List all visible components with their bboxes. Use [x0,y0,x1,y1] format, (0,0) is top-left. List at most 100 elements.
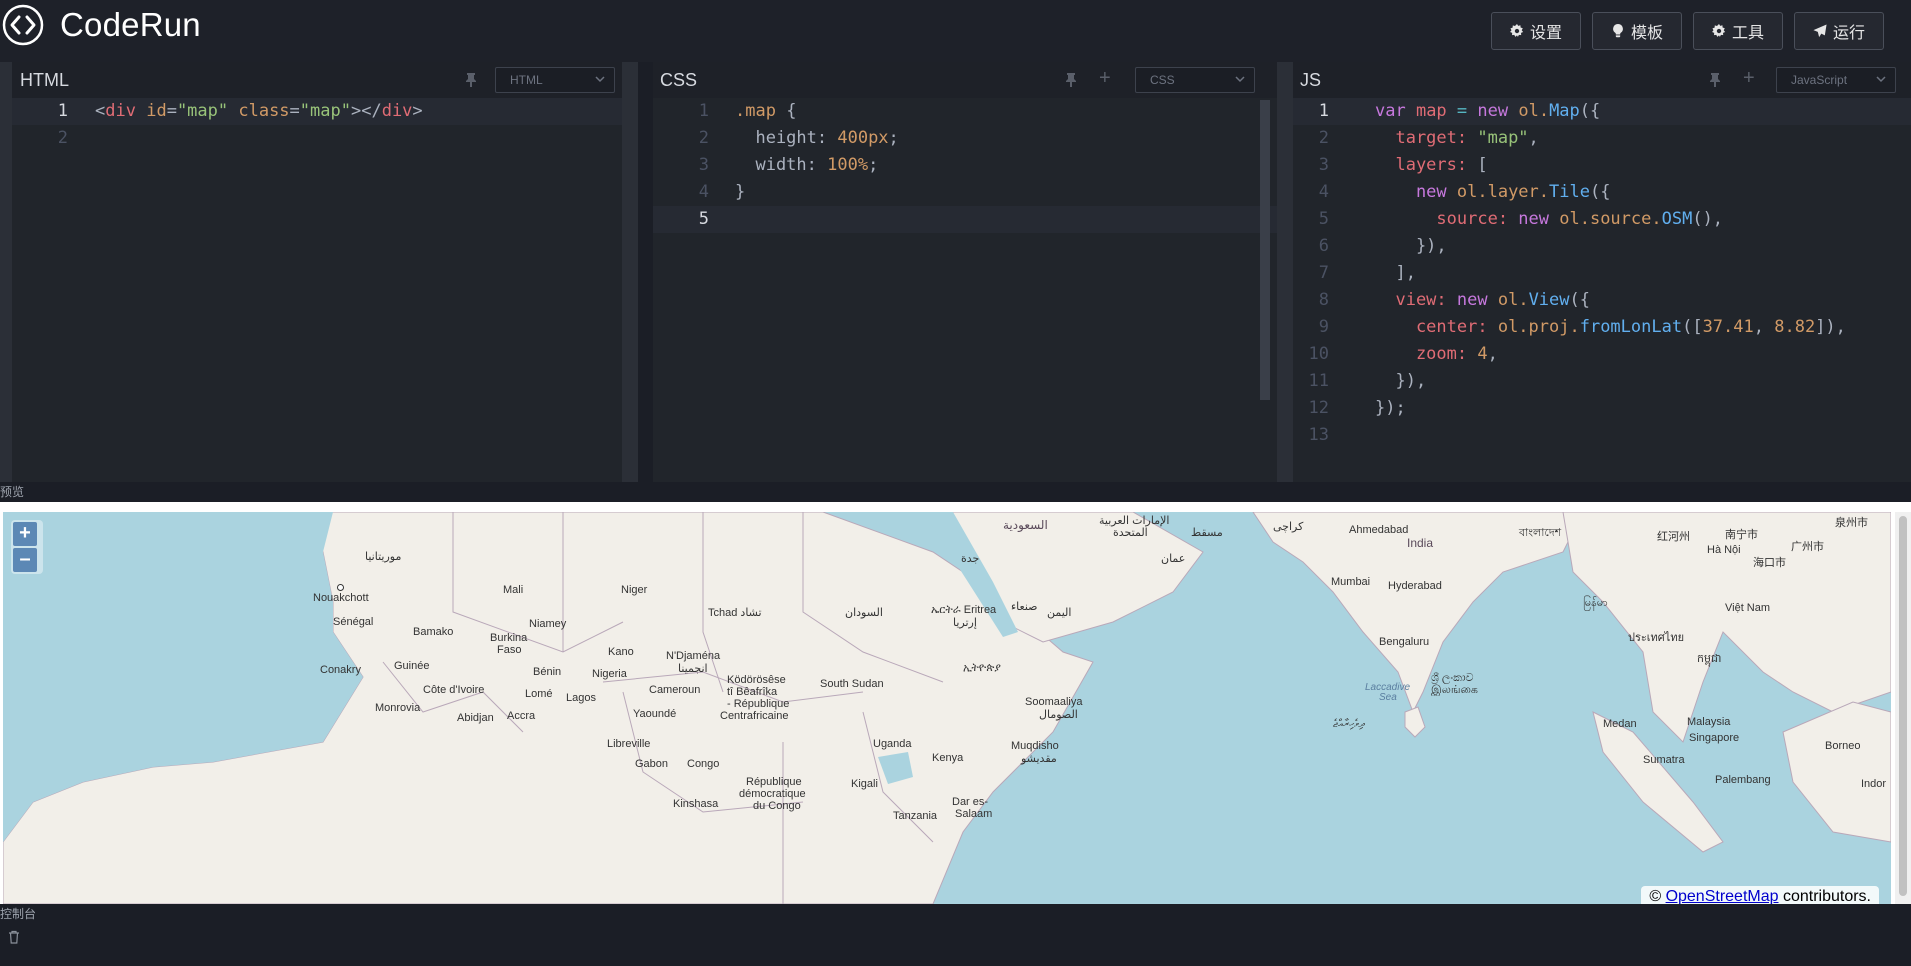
map-label: Soomaaliya [1025,696,1083,708]
tools-label: 工具 [1731,25,1764,42]
map-label: انجمينا [678,663,708,675]
preview-scrollbar[interactable] [1895,512,1911,904]
settings-button[interactable]: 设置 [1491,12,1581,50]
map-label: Medan [1603,718,1637,730]
map-label: Hyderabad [1388,580,1442,592]
app-title: CodeRun [60,6,201,43]
code-line: 12 }); [1293,395,1911,422]
line-number: 3 [1318,155,1329,175]
map-label: Uganda [873,738,912,750]
map-label: Monrovia [375,702,421,714]
language-select[interactable]: JavaScript [1776,67,1896,93]
pin-icon[interactable] [464,72,478,88]
toolbar: 设置 模板 工具 运行 [1491,12,1884,50]
map-label: Tanzania [893,810,938,822]
pin-icon[interactable] [1708,72,1722,88]
line-number: 7 [1318,263,1329,283]
line-number: 2 [698,128,709,148]
code-text: ], [1375,263,1416,283]
map-label: Bengaluru [1379,636,1430,648]
code-line: 4 new ol.layer.Tile({ [1293,179,1911,206]
run-button[interactable]: 运行 [1794,12,1884,50]
map-label: Tchad تشاد [708,607,762,619]
console-label: 控制台 [0,904,1911,924]
map-attribution: © OpenStreetMap contributors. [1641,886,1879,904]
gear-icon [1712,24,1726,37]
map-label: Abidjan [457,712,494,724]
map-label: ދިވެހިރާއްޖެ [1333,718,1365,730]
code-line: 5 [653,206,1277,233]
map-label: Ködörösêse [727,674,786,686]
map-label: République [746,776,802,788]
map-label: عمان [1161,553,1186,565]
map-label: Borneo [1825,740,1861,752]
map-label: Niamey [529,618,567,630]
add-icon[interactable]: + [1743,67,1755,90]
editor-gutter [0,62,12,482]
code-text: source: new ol.source.OSM(), [1375,209,1724,229]
editor-scrollbar[interactable] [1260,100,1270,400]
map-label: Gabon [635,758,669,770]
map-label: မြန်မာ [1583,597,1608,609]
map-label: الصومال [1039,709,1078,721]
zoom-in-button[interactable]: + [13,522,37,546]
map-label: ኢትዮጵያ [963,662,1001,674]
language-value: JavaScript [1791,73,1848,87]
zoom-control: + – [11,520,43,574]
code-editor[interactable]: 1 var map = new ol.Map({ 2 target: "map"… [1293,98,1911,482]
attribution-suffix: contributors. [1778,888,1871,904]
map-label: Yaoundé [633,708,677,720]
map-label: India [1407,536,1434,550]
code-text: width: 100%; [735,155,879,175]
add-icon[interactable]: + [1099,67,1111,90]
tools-button[interactable]: 工具 [1693,12,1783,50]
zoom-out-button[interactable]: – [13,548,37,572]
line-number: 2 [57,128,68,148]
panel-resizer[interactable] [1277,62,1293,482]
map-canvas[interactable]: موريتانيا Nouakchott Mali Niger Sénégal … [3,512,1891,904]
map-label: Mali [503,584,524,596]
map-label: இலங்கை [1431,684,1478,696]
map-label: Lomé [525,688,553,700]
map-label: Kano [608,646,634,658]
code-text: var map = new ol.Map({ [1375,101,1601,121]
code-editor[interactable]: 1 .map { 2 height: 400px; 3 width: 100%;… [653,98,1277,482]
panel-title: HTML [20,70,69,90]
gear-icon [1510,24,1524,37]
templates-button[interactable]: 模板 [1592,12,1682,50]
code-line: 7 ], [1293,260,1911,287]
code-text: center: ol.proj.fromLonLat([37.41, 8.82]… [1375,317,1846,337]
scrollbar-thumb[interactable] [1899,516,1907,896]
map-label: جدة [961,553,980,565]
code-line: 6 }), [1293,233,1911,260]
trash-icon[interactable] [8,930,20,944]
code-text: view: new ol.View({ [1375,290,1590,310]
map-label: Kigali [851,778,878,790]
code-line: 2 height: 400px; [653,125,1277,152]
map-label: Palembang [1715,774,1771,786]
line-number: 8 [1318,290,1329,310]
code-line: 1 <div id="map" class="map"></div> [12,98,636,125]
map-label: Guinée [394,660,430,672]
code-text: layers: [ [1375,155,1488,175]
line-number: 2 [1318,128,1329,148]
language-select[interactable]: HTML [495,67,615,93]
code-text: .map { [735,101,797,121]
code-line: 2 target: "map", [1293,125,1911,152]
map-label: السعودية [1003,518,1048,532]
map-label: Cameroun [649,684,701,696]
panel-resizer[interactable] [622,62,638,482]
map-label: Sénégal [333,616,374,628]
code-editor[interactable]: 1 <div id="map" class="map"></div> 2 [12,98,636,482]
pin-icon[interactable] [1064,72,1078,88]
map-label: Faso [497,644,522,656]
code-text: zoom: 4, [1375,344,1498,364]
language-select[interactable]: CSS [1135,67,1255,93]
code-line: 2 [12,125,636,152]
send-icon [1813,24,1827,38]
map-label: Hà Nội [1707,544,1741,556]
code-line: 9 center: ol.proj.fromLonLat([37.41, 8.8… [1293,314,1911,341]
code-text: height: 400px; [735,128,899,148]
attribution-link[interactable]: OpenStreetMap [1666,888,1779,904]
map-tiles [3,512,1891,904]
